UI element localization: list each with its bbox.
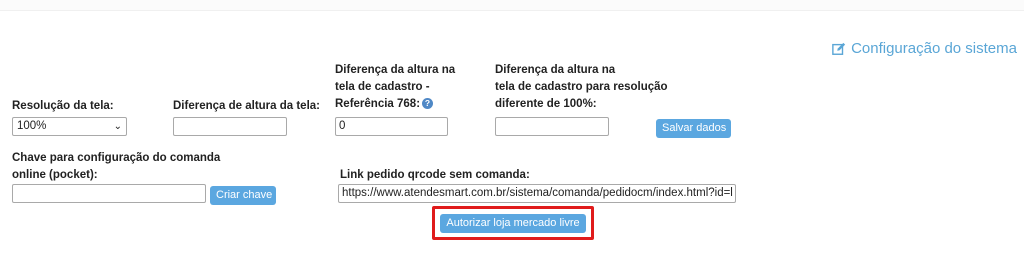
register-diff-768-label-line3: Referência 768: — [335, 98, 421, 110]
chevron-down-icon: ⌄ — [113, 121, 122, 132]
register-diff-resolution-label-line3: diferente de 100%: — [495, 98, 597, 110]
register-diff-resolution-input[interactable] — [495, 117, 609, 136]
register-diff-768-input[interactable]: 0 — [335, 117, 448, 136]
pocket-key-label: Chave para configuração do comanda onlin… — [12, 150, 220, 184]
edit-icon — [832, 42, 846, 55]
qrcode-link-label: Link pedido qrcode sem comanda: — [340, 169, 530, 181]
resolution-value: 100% — [17, 120, 47, 132]
register-diff-resolution-label-line2: tela de cadastro para resolução — [495, 81, 668, 93]
system-config-link[interactable]: Configuração do sistema — [832, 40, 1017, 57]
register-diff-resolution-label: Diferença da altura na tela de cadastro … — [495, 62, 668, 113]
resolution-label: Resolução da tela: — [12, 100, 114, 112]
pocket-key-input[interactable] — [12, 184, 206, 203]
save-button[interactable]: Salvar dados — [656, 119, 731, 138]
help-icon[interactable]: ? — [422, 98, 434, 110]
resolution-select[interactable]: 100% ⌄ — [12, 117, 127, 136]
top-bar — [0, 0, 1024, 11]
register-diff-768-label-line2: tela de cadastro - — [335, 81, 430, 93]
highlight-box — [432, 206, 594, 240]
qrcode-link-input[interactable]: https://www.atendesmart.com.br/sistema/c… — [338, 184, 736, 203]
register-diff-768-label: Diferença da altura na tela de cadastro … — [335, 62, 455, 113]
height-diff-input[interactable] — [173, 117, 287, 136]
height-diff-label: Diferença de altura da tela: — [173, 100, 320, 112]
register-diff-resolution-label-line1: Diferença da altura na — [495, 64, 616, 76]
register-diff-768-label-line1: Diferença da altura na — [335, 64, 456, 76]
system-config-label: Configuração do sistema — [851, 40, 1017, 57]
create-key-button[interactable]: Criar chave — [210, 186, 276, 205]
pocket-key-label-line2: online (pocket): — [12, 169, 98, 181]
pocket-key-label-line1: Chave para configuração do comanda — [12, 152, 221, 164]
